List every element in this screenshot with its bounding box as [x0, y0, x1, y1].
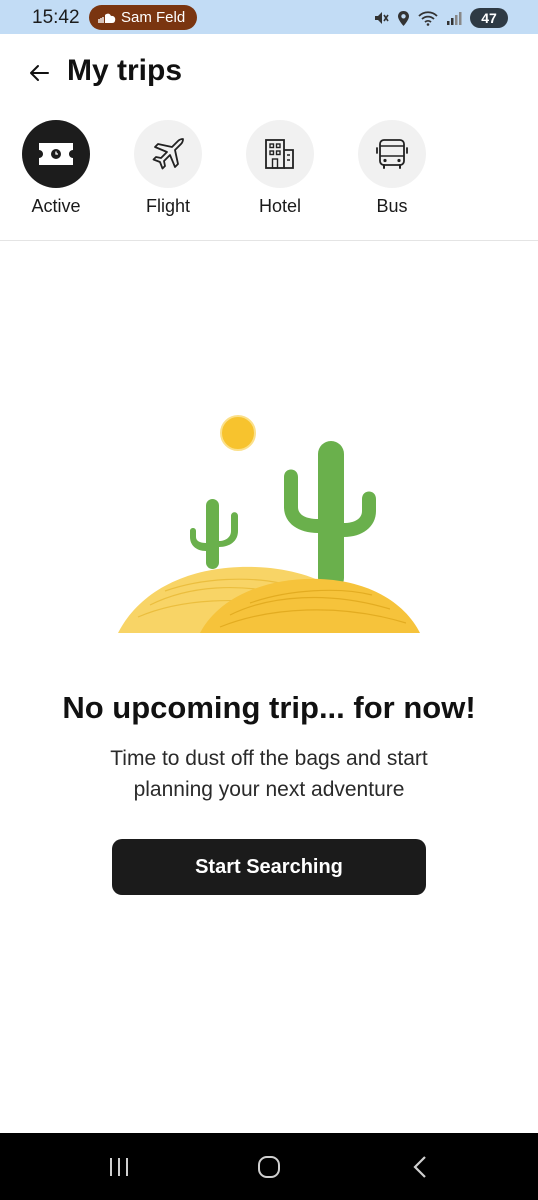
tabs-divider: [0, 240, 538, 241]
tab-flight[interactable]: Flight: [118, 120, 218, 220]
building-icon: [265, 139, 294, 169]
tab-bus-label: Bus: [376, 196, 408, 216]
media-label: Sam Feld: [121, 9, 186, 26]
system-nav-bar: [0, 1133, 538, 1200]
back-button[interactable]: [24, 58, 54, 88]
airplane-icon: [152, 138, 184, 170]
location-icon: [398, 10, 409, 26]
status-icons: 47: [373, 6, 508, 30]
tab-hotel-label: Hotel: [258, 196, 302, 216]
page-title: My trips: [67, 54, 183, 87]
tab-active-circle: [22, 120, 90, 188]
recent-apps-icon: [110, 1158, 128, 1176]
status-bar: 15:42 Sam Feld 47: [0, 0, 538, 34]
empty-state-title: No upcoming trip... for now!: [62, 690, 476, 725]
home-button[interactable]: [249, 1151, 289, 1183]
signal-icon: [447, 12, 462, 25]
tab-active-label: Active: [31, 196, 81, 216]
back-icon: [413, 1156, 426, 1178]
tab-flight-label: Flight: [145, 196, 190, 216]
tab-hotel-circle: [246, 120, 314, 188]
trip-category-tabs: Active Flight Hotel Bus: [0, 118, 538, 238]
mute-icon: [375, 12, 389, 24]
start-searching-button[interactable]: Start Searching: [112, 839, 426, 895]
tab-bus-circle: [358, 120, 426, 188]
home-icon: [258, 1156, 280, 1178]
tab-hotel[interactable]: Hotel: [230, 120, 330, 220]
soundcloud-icon: [98, 13, 116, 23]
desert-cactus-illustration: [118, 415, 420, 633]
tab-bus[interactable]: Bus: [342, 120, 442, 220]
big-cactus-icon: [284, 441, 376, 591]
small-cactus-icon: [190, 499, 238, 569]
media-notification-pill[interactable]: Sam Feld: [89, 5, 197, 30]
sun-icon: [220, 415, 256, 451]
arrow-left-icon: [30, 65, 49, 81]
app-header: My trips: [0, 34, 538, 114]
recent-apps-button[interactable]: [99, 1151, 139, 1183]
tab-active[interactable]: Active: [6, 120, 106, 220]
ticket-icon: [39, 143, 73, 165]
status-time: 15:42: [32, 7, 80, 28]
tab-flight-circle: [134, 120, 202, 188]
battery-icon: 47: [470, 8, 508, 28]
wifi-icon: [418, 11, 438, 26]
nav-back-button[interactable]: [400, 1151, 440, 1183]
bus-icon: [376, 139, 408, 169]
battery-level: 47: [481, 10, 497, 26]
empty-state-description: Time to dust off the bags and start plan…: [110, 747, 428, 801]
